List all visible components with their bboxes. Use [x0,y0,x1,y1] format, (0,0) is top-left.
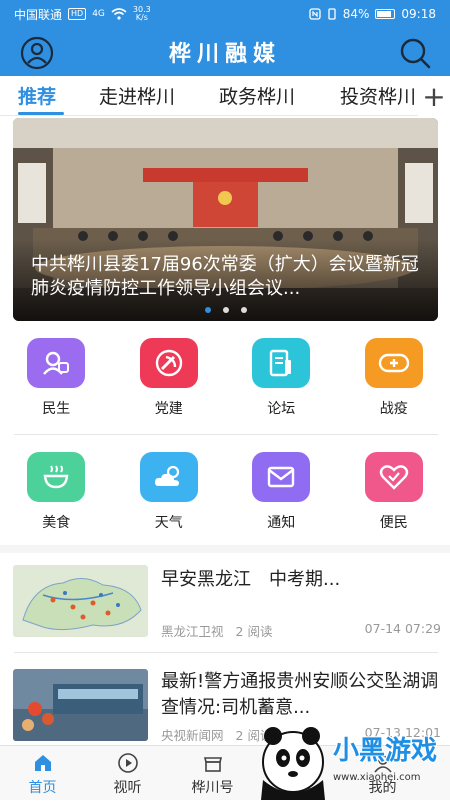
carrier-label: 中国联通 [14,6,62,23]
vibrate-icon [327,8,337,20]
grid-label: 民生 [42,398,70,418]
battery-icon [375,9,395,19]
network-speed: 30.3 K/s [133,6,151,22]
grid-item-convenience[interactable]: 便民 [338,452,450,532]
grid-label: 论坛 [267,398,295,418]
status-bar: 中国联通 HD 4G 30.3 K/s 84% 09:18 [0,0,450,28]
channel-tabs: 推荐 走进桦川 政务桦川 投资桦川 + [0,76,450,116]
news-meta: 黑龙江卫视 2 阅读 07-14 07:29 [161,621,441,640]
news-source: 黑龙江卫视 [161,621,224,640]
weather-icon [140,452,198,502]
carousel-dots [13,307,438,313]
grid-label: 党建 [155,398,183,418]
wifi-icon [111,8,127,20]
grid-item-epidemic[interactable]: 战疫 [338,338,450,418]
nav-label: 视听 [114,777,142,797]
watermark-url: www.xiaohei.com [333,772,421,783]
tab-about-huachuan[interactable]: 走进桦川 [99,82,175,109]
grid-label: 战疫 [380,398,408,418]
grid-label: 美食 [42,512,70,532]
tab-government[interactable]: 政务桦川 [219,82,295,109]
grid-item-notice[interactable]: 通知 [225,452,338,532]
mail-icon [252,452,310,502]
speed-unit: K/s [136,13,148,22]
shield-icon [365,338,423,388]
active-tab-indicator [18,112,64,115]
grid-item-livelihood[interactable]: 民生 [0,338,113,418]
tab-investment[interactable]: 投资桦川 [340,82,416,109]
add-icon: + [422,80,445,113]
search-icon [398,36,432,70]
signal-label: 4G [92,9,105,19]
grid-item-forum[interactable]: 论坛 [225,338,338,418]
grid-label: 天气 [155,512,183,532]
hd-badge: HD [68,8,86,20]
nav-label: 桦川号 [192,777,234,797]
news-title: 最新!警方通报贵州安顺公交坠湖调查情况:司机蓄意... [161,669,441,721]
nfc-icon [309,8,321,20]
grid-label: 通知 [267,512,295,532]
news-divider [14,652,438,653]
document-icon [252,338,310,388]
carousel-dot[interactable] [223,307,229,313]
rescue-thumbnail [13,669,148,741]
search-button[interactable] [398,36,432,70]
section-divider [14,434,438,435]
hero-banner[interactable]: 中共桦川县委17届96次常委（扩大）会议暨新冠肺炎疫情防控工作领导小组会议... [13,118,438,321]
store-icon [202,752,224,774]
section-gap [0,545,450,553]
user-button[interactable] [20,36,54,70]
people-icon [27,338,85,388]
service-grid-row-2: 美食 天气 通知 便民 [0,452,450,532]
app-header: 桦川融媒 [0,28,450,76]
grid-item-food[interactable]: 美食 [0,452,113,532]
news-title: 早安黑龙江 中考期... [161,567,441,593]
clock: 09:18 [401,7,436,21]
heart-icon [365,452,423,502]
news-time: 07-14 07:29 [365,621,441,640]
news-source: 央视新闻网 [161,725,224,744]
user-icon [20,36,54,70]
nav-home[interactable]: 首页 [0,746,85,800]
grid-item-party-building[interactable]: 党建 [113,338,226,418]
battery-percent: 84% [343,7,370,21]
carousel-dot[interactable] [205,307,211,313]
app-title: 桦川融媒 [169,36,281,68]
site-watermark: 小黑游戏 www.xiaohei.com [255,720,450,800]
add-channel-button[interactable]: + [418,76,450,116]
party-emblem-icon [140,338,198,388]
home-icon [32,752,54,774]
grid-item-weather[interactable]: 天气 [113,452,226,532]
news-reads: 2 阅读 [236,621,273,640]
nav-media[interactable]: 视听 [85,746,170,800]
bowl-icon [27,452,85,502]
nav-huachuan-account[interactable]: 桦川号 [170,746,255,800]
play-icon [117,752,139,774]
nav-label: 首页 [29,777,57,797]
carousel-dot[interactable] [241,307,247,313]
service-grid-row-1: 民生 党建 论坛 战疫 [0,338,450,418]
watermark-text: 小黑游戏 [333,730,437,767]
grid-label: 便民 [380,512,408,532]
map-thumbnail [13,565,148,637]
news-item[interactable]: 早安黑龙江 中考期... 黑龙江卫视 2 阅读 07-14 07:29 [13,565,438,637]
tab-recommend[interactable]: 推荐 [18,82,56,109]
